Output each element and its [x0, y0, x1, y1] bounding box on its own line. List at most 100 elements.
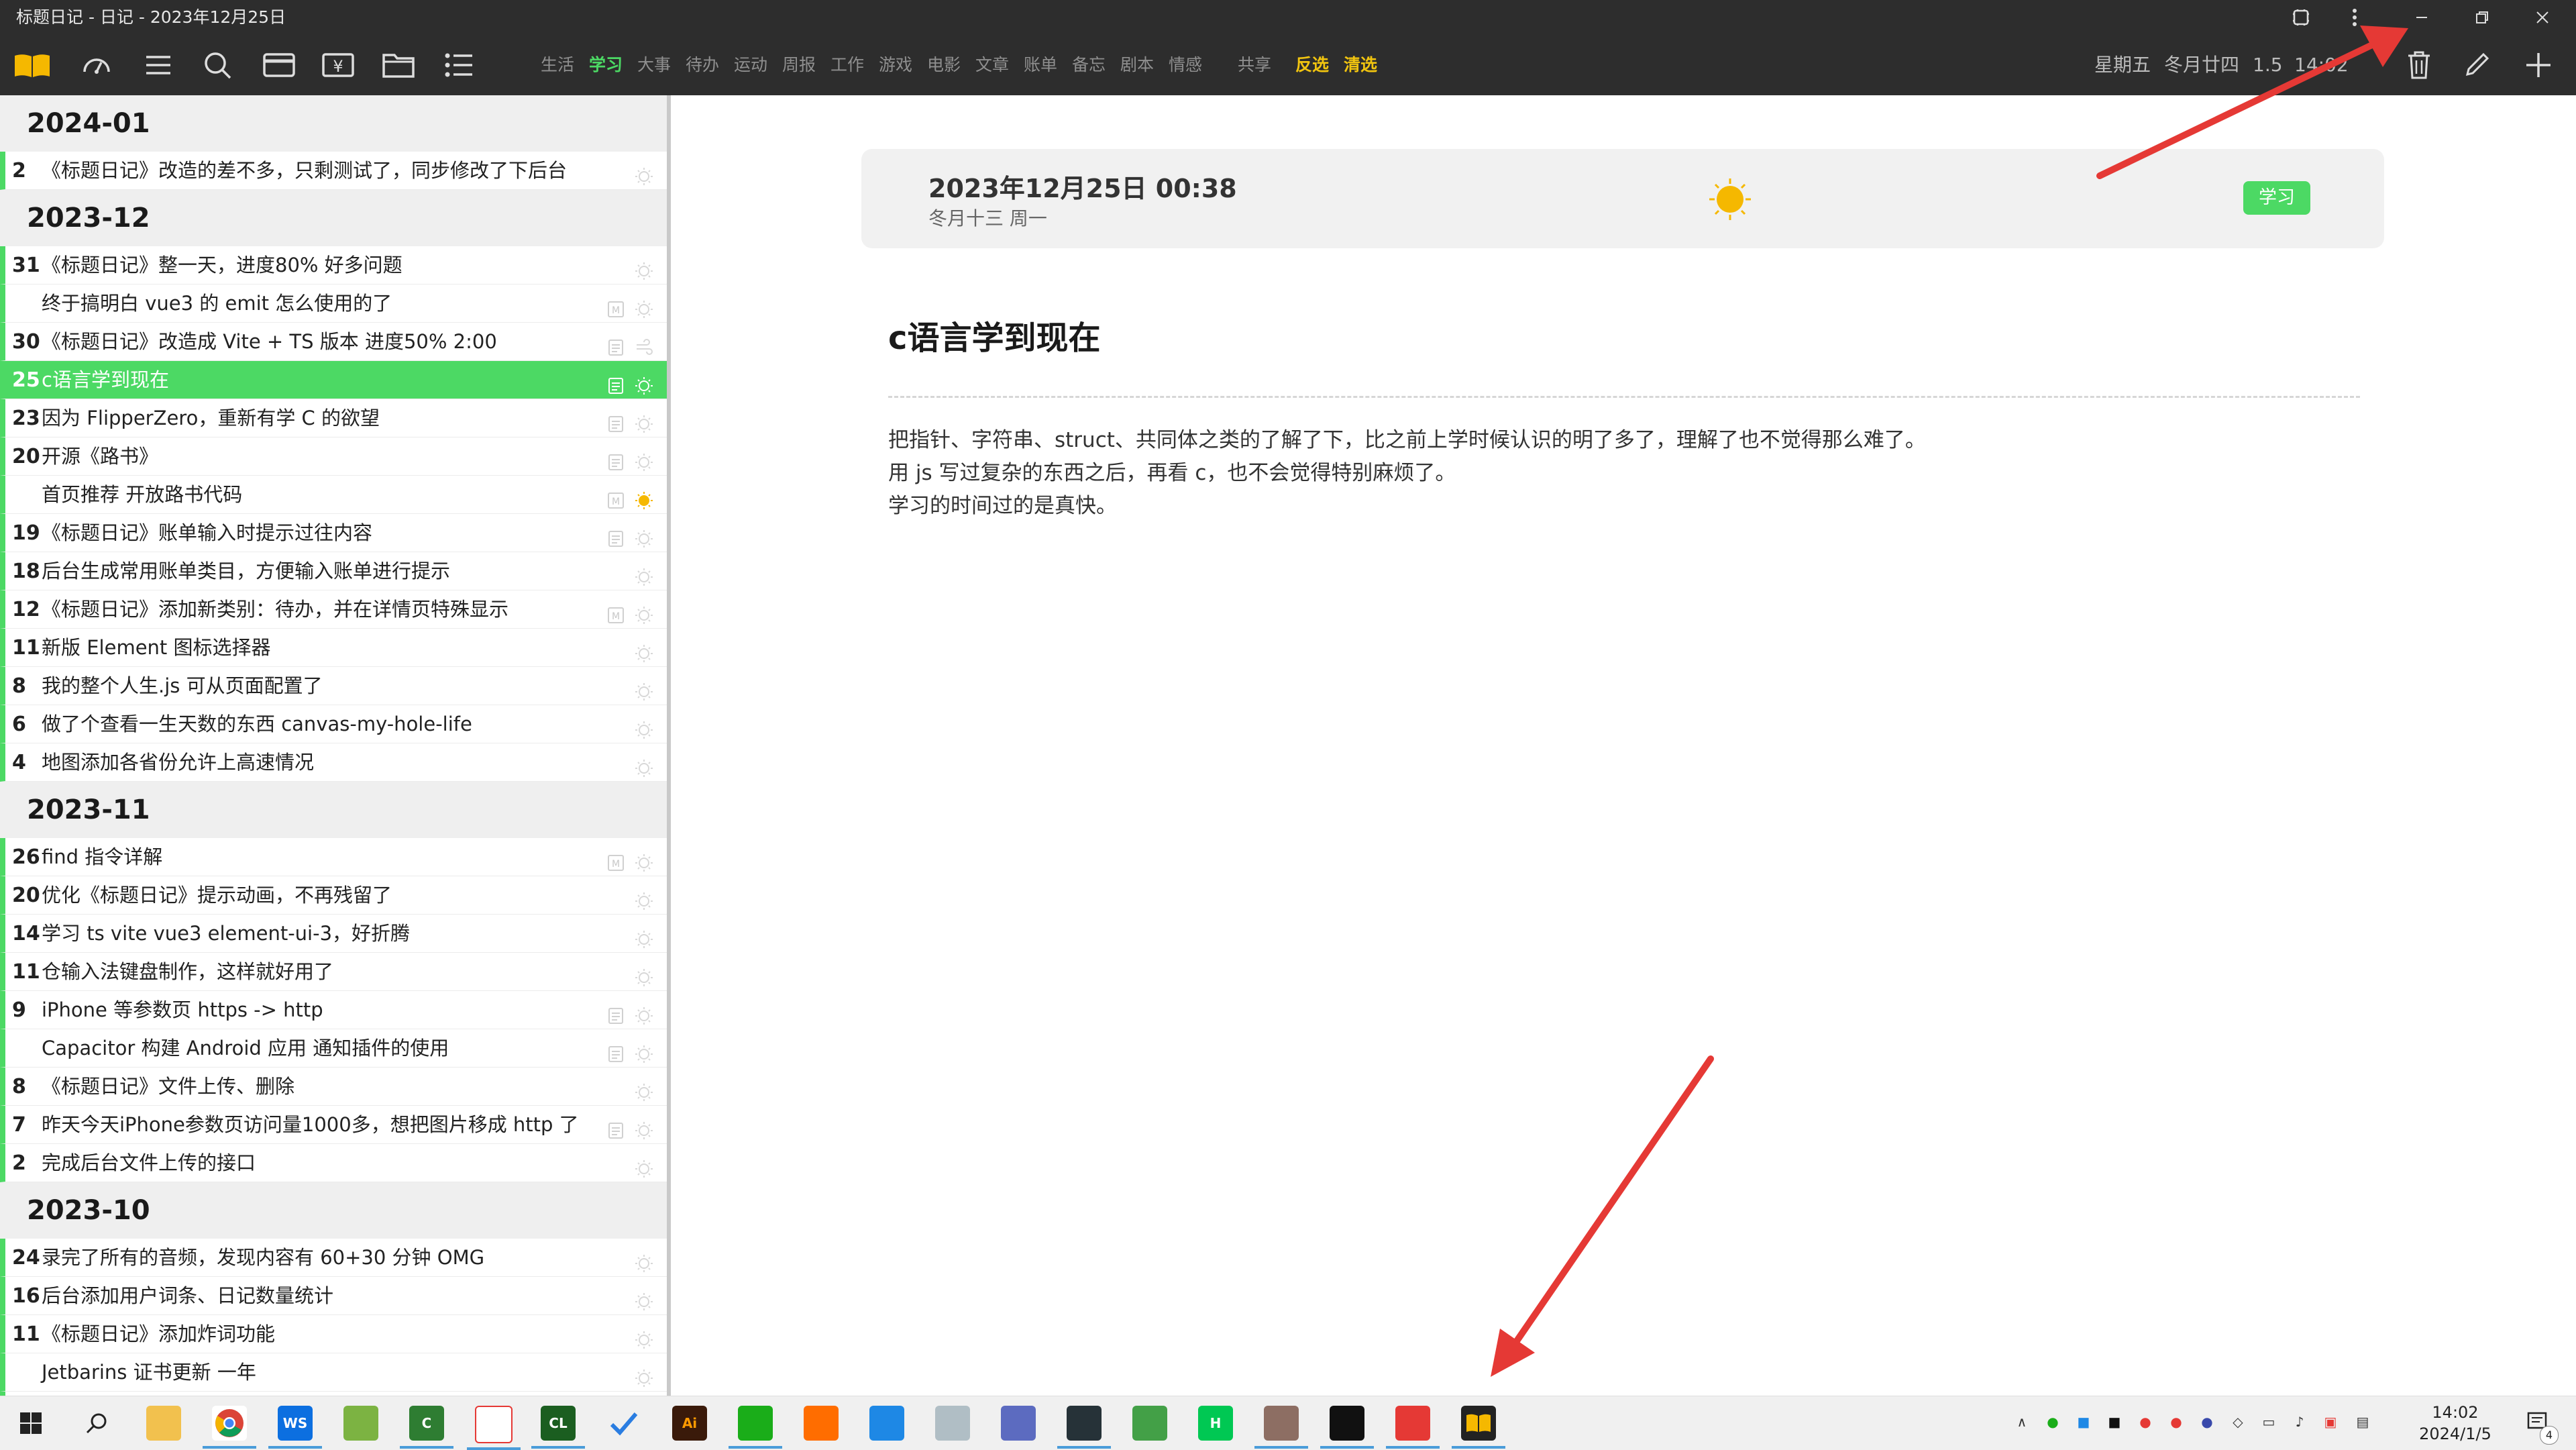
diary-list-item[interactable]: 8 我的整个人生.js 可从页面配置了 — [0, 667, 667, 705]
tray-keyboard-icon[interactable]: ▤ — [2351, 1410, 2375, 1434]
app-red-icon[interactable] — [1386, 1406, 1440, 1449]
category-memo[interactable]: 备忘 — [1072, 35, 1106, 95]
app-orange-icon[interactable] — [804, 1406, 839, 1441]
menu-list-icon[interactable] — [140, 46, 177, 84]
category-tag[interactable]: 学习 — [2243, 181, 2310, 215]
tray-app-icon[interactable]: ● — [2164, 1410, 2188, 1434]
tray-expand-icon[interactable]: ∧ — [2010, 1410, 2034, 1434]
webstorm-icon[interactable]: WS — [268, 1406, 322, 1449]
diary-list-item[interactable]: 终于搞明白 vue3 的 emit 怎么使用的了 M — [0, 284, 667, 323]
diary-list-item[interactable]: 7 昨天今天iPhone参数页访问量1000多，想把图片移成 http 了 — [0, 1106, 667, 1144]
category-events[interactable]: 大事 — [637, 35, 671, 95]
month-header[interactable]: 2024-01 — [0, 95, 667, 152]
app-c-icon[interactable]: C — [400, 1406, 453, 1449]
close-button[interactable] — [2516, 0, 2569, 35]
folder-icon[interactable] — [380, 46, 417, 84]
tray-app-icon[interactable]: ■ — [2102, 1410, 2127, 1434]
app-purple-icon[interactable] — [1001, 1406, 1036, 1441]
image-viewer-icon[interactable] — [935, 1406, 970, 1441]
diary-list-item[interactable]: 2 《标题日记》改造的差不多，只剩测试了，同步修改了下后台 — [0, 152, 667, 190]
hbuilder-icon[interactable]: H — [1198, 1406, 1233, 1441]
diary-list-item[interactable]: 18后台生成常用账单类目，方便输入账单进行提示 — [0, 552, 667, 590]
diary-list-item[interactable]: 20优化《标题日记》提示动画，不再残留了 — [0, 876, 667, 915]
share-toggle[interactable]: 共享 — [1238, 35, 1271, 95]
diary-list-item[interactable]: 30《标题日记》改造成 Vite + TS 版本 进度50% 2:00 — [0, 323, 667, 361]
month-header[interactable]: 2023-10 — [0, 1182, 667, 1239]
input-method-icon[interactable]: ▣ — [2318, 1410, 2343, 1434]
wechat-icon[interactable] — [729, 1406, 782, 1449]
todo-check-icon[interactable] — [606, 1406, 641, 1441]
diary-app-taskbar-icon[interactable] — [1452, 1406, 1505, 1449]
diary-list-item[interactable]: 19《标题日记》账单输入时提示过往内容 — [0, 514, 667, 552]
app-green-diamond-icon[interactable] — [1132, 1406, 1167, 1441]
tray-app-icon[interactable]: ■ — [2072, 1410, 2096, 1434]
app-lightning-icon[interactable] — [1320, 1406, 1374, 1449]
search-icon[interactable] — [199, 46, 236, 84]
diary-list-item[interactable]: 2 完成后台文件上传的接口 — [0, 1144, 667, 1182]
diary-list-item[interactable]: 20开源《路书》 — [0, 437, 667, 476]
taskbar-search-icon[interactable] — [79, 1406, 114, 1441]
diary-list-item[interactable]: 6 做了个查看一生天数的东西 canvas-my-hole-life — [0, 705, 667, 743]
tray-network-icon[interactable]: ◇ — [2226, 1410, 2250, 1434]
edit-pencil-icon[interactable] — [2458, 46, 2496, 84]
diary-list-item[interactable]: 23因为 FlipperZero，重新有学 C 的欲望 — [0, 399, 667, 437]
windows-start-icon[interactable] — [13, 1406, 48, 1441]
diary-list-item[interactable]: 14学习 ts vite vue3 element-ui-3，好折腾 — [0, 915, 667, 953]
book-logo-icon[interactable] — [13, 46, 51, 84]
diary-list-item[interactable]: 11新版 Element 图标选择器 — [0, 629, 667, 667]
category-todo[interactable]: 待办 — [686, 35, 719, 95]
restore-button[interactable] — [2455, 0, 2509, 35]
taskbar-clock[interactable]: 14:02 2024/1/5 — [2388, 1402, 2522, 1445]
diary-list-item[interactable]: 9 iPhone 等参数页 https -> http — [0, 991, 667, 1029]
category-sport[interactable]: 运动 — [734, 35, 767, 95]
diary-list-item[interactable]: Capacitor 构建 Android 应用 通知插件的使用 — [0, 1029, 667, 1068]
chrome-icon[interactable] — [203, 1406, 256, 1449]
diary-list-item-selected[interactable]: 25c语言学到现在 — [0, 361, 667, 399]
category-life[interactable]: 生活 — [541, 35, 574, 95]
tray-wechat-icon[interactable]: ● — [2041, 1410, 2065, 1434]
tray-app-icon[interactable]: ● — [2133, 1410, 2157, 1434]
trash-icon[interactable] — [2400, 46, 2438, 84]
diary-list-item[interactable]: 11仓输入法键盘制作，这样就好用了 — [0, 953, 667, 991]
diary-list-item[interactable]: 8 《标题日记》文件上传、删除 — [0, 1068, 667, 1106]
diary-list-item[interactable]: 12《标题日记》添加新类别：待办，并在详情页特殊显示 M — [0, 590, 667, 629]
category-movie[interactable]: 电影 — [927, 35, 961, 95]
diary-list-item[interactable]: 16后台添加用户词条、日记数量统计 — [0, 1277, 667, 1315]
category-game[interactable]: 游戏 — [879, 35, 912, 95]
tray-app-icon[interactable]: ● — [2195, 1410, 2219, 1434]
month-header[interactable]: 2023-11 — [0, 782, 667, 838]
diary-list-item[interactable]: 24录完了所有的音频，发现内容有 60+30 分钟 OMG — [0, 1239, 667, 1277]
app-blue-icon[interactable] — [869, 1406, 904, 1441]
category-script[interactable]: 剧本 — [1120, 35, 1154, 95]
diary-list-item[interactable]: 4 地图添加各省份允许上高速情况 — [0, 743, 667, 782]
clear-selection-button[interactable]: 清选 — [1344, 35, 1377, 95]
category-bill[interactable]: 账单 — [1024, 35, 1057, 95]
minimize-button[interactable] — [2395, 0, 2449, 35]
diary-list-item[interactable]: 26find 指令详解 M — [0, 838, 667, 876]
category-study[interactable]: 学习 — [589, 35, 623, 95]
bill-icon[interactable]: ¥ — [319, 46, 357, 84]
category-work[interactable]: 工作 — [830, 35, 864, 95]
clion-icon[interactable]: CL — [531, 1406, 585, 1449]
diary-list-item[interactable]: 11《标题日记》添加炸词功能 — [0, 1315, 667, 1353]
dashboard-icon[interactable] — [78, 46, 115, 84]
app-brown-icon[interactable] — [1254, 1406, 1308, 1449]
illustrator-icon[interactable]: Ai — [672, 1406, 707, 1441]
month-header[interactable]: 2023-12 — [0, 190, 667, 246]
more-menu-icon[interactable] — [2328, 0, 2381, 35]
card-icon[interactable] — [260, 46, 298, 84]
calendar-icon[interactable] — [467, 1406, 521, 1450]
tray-display-icon[interactable]: ▭ — [2257, 1410, 2281, 1434]
category-emotion[interactable]: 情感 — [1169, 35, 1202, 95]
diary-list-item[interactable]: 首页推荐 开放路书代码 M — [0, 476, 667, 514]
category-weekly[interactable]: 周报 — [782, 35, 816, 95]
editor-app-icon[interactable] — [343, 1406, 378, 1441]
category-article[interactable]: 文章 — [975, 35, 1009, 95]
app-dark-icon[interactable] — [1057, 1406, 1111, 1449]
volume-icon[interactable]: ♪ — [2288, 1410, 2312, 1434]
invert-selection-button[interactable]: 反选 — [1295, 35, 1329, 95]
fullscreen-icon[interactable] — [2274, 0, 2328, 35]
file-explorer-icon[interactable] — [146, 1406, 181, 1441]
diary-list-item[interactable]: Jetbarins 证书更新 一年 — [0, 1353, 667, 1392]
todo-list-icon[interactable] — [440, 46, 478, 84]
